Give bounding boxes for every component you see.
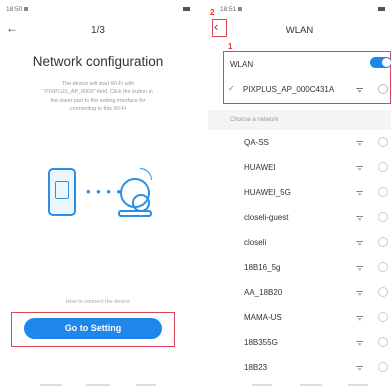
- network-row[interactable]: QA-SS ᯤ: [208, 130, 391, 155]
- network-row[interactable]: MAMA-US ᯤ: [208, 305, 391, 330]
- info-icon[interactable]: [378, 212, 388, 222]
- how-to-connect-link[interactable]: How to connect the device: [0, 299, 196, 305]
- wifi-icon: ᯤ: [356, 163, 364, 172]
- notification-icon: [24, 7, 29, 12]
- nav-bar-recent[interactable]: [348, 384, 368, 386]
- network-name: 18B23: [244, 363, 268, 372]
- choose-network-label: Choose a network: [230, 117, 279, 123]
- network-name: closeli-guest: [244, 213, 289, 222]
- info-icon[interactable]: [378, 362, 388, 372]
- page-indicator: 1/3: [91, 25, 105, 36]
- nav-bar-home[interactable]: [300, 384, 322, 386]
- network-name: HUAWEI: [244, 163, 276, 172]
- annotation-marker-2: 2: [210, 8, 215, 17]
- phone-screen-icon: [55, 181, 69, 199]
- network-name: HUAWEI_5G: [244, 188, 291, 197]
- wifi-icon: ᯤ: [356, 138, 364, 147]
- network-configuration-screen: 18:50 ← 1/3 Network configuration The de…: [0, 0, 196, 390]
- battery-icon: [183, 7, 190, 12]
- wifi-icon: ᯤ: [356, 188, 364, 197]
- battery-icon: [378, 7, 385, 12]
- page-title: WLAN: [285, 25, 314, 36]
- wifi-icon: ᯤ: [356, 313, 364, 322]
- network-row[interactable]: closeli-guest ᯤ: [208, 205, 391, 230]
- info-icon[interactable]: [378, 187, 388, 197]
- network-name: QA-SS: [244, 138, 269, 147]
- battery-indicator: [376, 6, 385, 13]
- network-row[interactable]: AA_18B20 ᯤ: [208, 280, 391, 305]
- info-icon[interactable]: [378, 137, 388, 147]
- wifi-icon: ᯤ: [356, 238, 364, 247]
- network-row[interactable]: HUAWEI ᯤ: [208, 155, 391, 180]
- network-name: AA_18B20: [244, 288, 283, 297]
- battery-indicator: [181, 6, 190, 13]
- camera-head: [120, 178, 150, 212]
- network-row[interactable]: 18B355G ᯤ: [208, 330, 391, 355]
- info-icon[interactable]: [378, 262, 388, 272]
- notification-icon: [238, 7, 243, 12]
- info-icon[interactable]: [378, 162, 388, 172]
- network-row[interactable]: 18B23 ᯤ: [208, 355, 391, 380]
- network-name: 18B16_5g: [244, 263, 281, 272]
- wifi-icon: ᯤ: [356, 263, 364, 272]
- status-bar: 18:51: [208, 0, 391, 18]
- page-title: Network configuration: [32, 54, 164, 69]
- connected-network-name[interactable]: PIXPLUS_AP_000C431A: [243, 85, 334, 94]
- network-row[interactable]: 18B16_5g ᯤ: [208, 255, 391, 280]
- network-row[interactable]: closeli ᯤ: [208, 230, 391, 255]
- nav-bar-back[interactable]: [252, 384, 272, 386]
- network-name: MAMA-US: [244, 313, 282, 322]
- nav-bar-recent[interactable]: [136, 384, 156, 386]
- network-row[interactable]: HUAWEI_5G ᯤ: [208, 180, 391, 205]
- wifi-icon: ᯤ: [356, 288, 364, 297]
- info-icon[interactable]: [378, 312, 388, 322]
- wifi-icon: ᯤ: [356, 85, 364, 94]
- camera-icon: [116, 168, 160, 220]
- wifi-icon: ᯤ: [356, 363, 364, 372]
- wifi-signal-icon: [140, 168, 152, 180]
- info-icon[interactable]: [378, 287, 388, 297]
- wifi-icon: ᯤ: [356, 338, 364, 347]
- info-icon[interactable]: [378, 337, 388, 347]
- wlan-settings-screen: 18:51 2 ‹ WLAN 1 WLAN ✓ PIXPLUS_AP_000C4…: [208, 0, 391, 390]
- instruction-text: The device will start Wi-Fi with "PIXPLU…: [43, 81, 153, 113]
- wlan-label: WLAN: [230, 60, 254, 69]
- status-bar: 18:50: [0, 0, 196, 18]
- status-time: 18:51: [220, 6, 243, 13]
- status-time: 18:50: [6, 6, 29, 13]
- info-icon[interactable]: [378, 237, 388, 247]
- info-icon[interactable]: [378, 84, 388, 94]
- phone-icon: [48, 168, 76, 216]
- wifi-icon: ᯤ: [356, 213, 364, 222]
- network-name: closeli: [244, 238, 267, 247]
- nav-bar-home[interactable]: [86, 384, 110, 386]
- network-name: 18B355G: [244, 338, 278, 347]
- check-icon: ✓: [228, 84, 235, 93]
- highlight-box-wlan: [223, 51, 391, 104]
- go-to-setting-button[interactable]: Go to Setting: [24, 318, 162, 339]
- nav-bar-back[interactable]: [40, 384, 62, 386]
- wlan-toggle[interactable]: [370, 57, 391, 68]
- toggle-knob: [382, 58, 391, 67]
- camera-base: [118, 210, 152, 217]
- annotation-marker-1: 1: [228, 42, 233, 51]
